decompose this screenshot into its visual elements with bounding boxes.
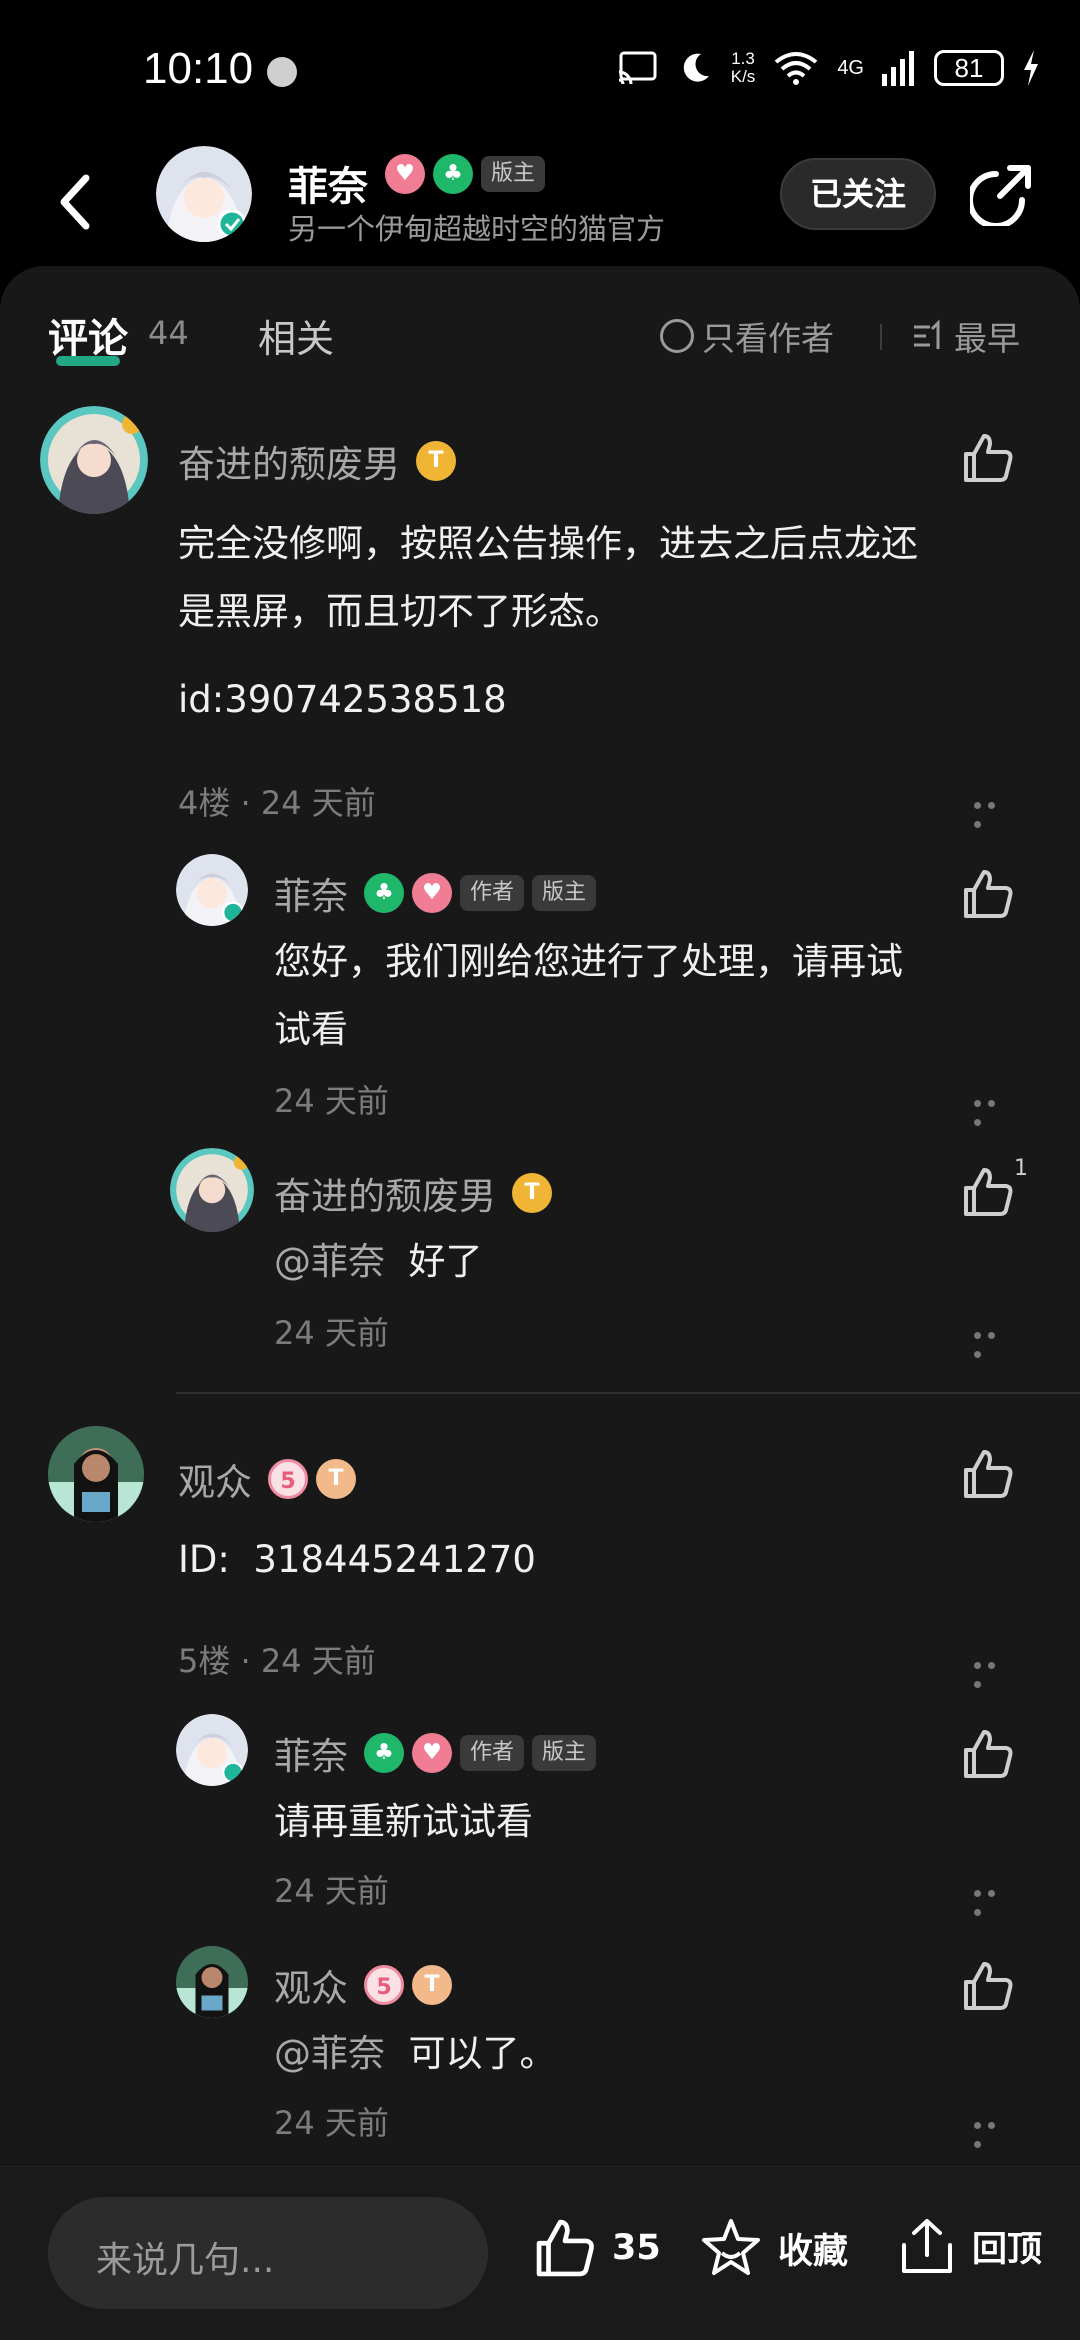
comment-tabs: 评论 44 相关 只看作者 最早 xyxy=(0,306,1080,376)
level-badge-icon: T xyxy=(316,1459,356,1499)
moderator-badge-icon: ♣ xyxy=(364,1733,404,1773)
moderator-tag: 版主 xyxy=(532,875,597,911)
mention-link[interactable]: @菲奈 xyxy=(274,2032,385,2075)
more-icon[interactable] xyxy=(974,794,1014,828)
comment-text-id: ID: 318445241270 xyxy=(178,1538,536,1581)
network-speed: 1.3 K/s xyxy=(730,49,756,86)
avatar[interactable] xyxy=(156,146,252,242)
comment-author[interactable]: 奋进的颓废男 T xyxy=(178,434,456,488)
reply-time: 24 天前 xyxy=(274,1314,389,1352)
status-time: 10:10 xyxy=(143,44,254,93)
radio-icon xyxy=(660,319,694,353)
author-only-toggle[interactable]: 只看作者 xyxy=(660,312,834,360)
follow-button[interactable]: 已关注 xyxy=(780,158,936,230)
divider xyxy=(880,324,882,350)
upload-icon xyxy=(902,2219,952,2273)
author-tag: 作者 xyxy=(460,1735,525,1771)
tab-related[interactable]: 相关 xyxy=(258,308,334,363)
reply-author[interactable]: 观众 5 T xyxy=(274,1958,452,2012)
level-badge-icon: ♥ xyxy=(385,154,425,194)
comment-input[interactable]: 来说几句... xyxy=(48,2197,488,2309)
avatar[interactable] xyxy=(176,854,248,926)
top-header: 菲奈 ♥ ♣ 版主 另一个伊甸超越时空的猫官方 已关注 xyxy=(0,140,1080,270)
like-button[interactable]: 35 xyxy=(532,2215,661,2281)
avatar[interactable] xyxy=(40,406,148,514)
level-badge-icon: 5 xyxy=(364,1965,404,2005)
star-icon xyxy=(702,2219,760,2275)
like-icon[interactable] xyxy=(960,430,1016,486)
reply-time: 24 天前 xyxy=(274,1872,389,1910)
like-icon[interactable] xyxy=(960,1446,1016,1502)
cast-icon xyxy=(618,51,657,85)
level-badge-icon: T xyxy=(412,1965,452,2005)
reply-author[interactable]: 菲奈 ♣ ♥ 作者 版主 xyxy=(274,1726,597,1780)
page-title: 菲奈 xyxy=(288,164,368,210)
status-bar: 10:10 1.3 K/s 4G 81 xyxy=(0,0,1080,140)
moderator-badge-icon: ♣ xyxy=(433,154,473,194)
like-icon xyxy=(536,2219,594,2277)
level-badge-icon: ♥ xyxy=(412,873,452,913)
level-badge-icon: T xyxy=(416,441,456,481)
level-badge-icon: 5 xyxy=(268,1459,308,1499)
avatar[interactable] xyxy=(170,1148,254,1232)
more-icon[interactable] xyxy=(974,1092,1014,1126)
more-icon[interactable] xyxy=(974,1654,1014,1688)
comment-meta: 5楼 · 24 天前 xyxy=(178,1642,376,1680)
mention-link[interactable]: @菲奈 xyxy=(274,1240,385,1283)
reply-text: 您好，我们刚给您进行了处理，请再试 试看 xyxy=(274,940,903,1051)
page-subtitle: 另一个伊甸超越时空的猫官方 xyxy=(288,212,666,246)
status-icons: 1.3 K/s 4G 81 xyxy=(615,46,1040,90)
signal-icon xyxy=(882,51,914,86)
reply-text: @菲奈 好了 xyxy=(274,1240,483,1283)
like-count: 1 xyxy=(1014,1156,1028,1181)
like-icon[interactable] xyxy=(960,1164,1016,1220)
more-icon[interactable] xyxy=(974,1324,1014,1358)
notification-icon xyxy=(267,57,297,87)
moon-icon xyxy=(683,53,709,82)
charging-icon xyxy=(1024,50,1038,86)
avatar[interactable] xyxy=(176,1714,248,1786)
level-badge-icon: ♥ xyxy=(412,1733,452,1773)
reply-time: 24 天前 xyxy=(274,2104,389,2142)
active-tab-indicator xyxy=(56,356,120,366)
comment-text-id: id:390742538518 xyxy=(178,678,507,721)
sort-icon xyxy=(914,319,940,349)
comment-meta: 4楼 · 24 天前 xyxy=(178,784,376,822)
comment-input-placeholder: 来说几句... xyxy=(96,2240,275,2281)
like-icon[interactable] xyxy=(960,866,1016,922)
more-icon[interactable] xyxy=(974,2114,1014,2148)
avatar[interactable] xyxy=(48,1426,144,1522)
reply-text: 请再重新试试看 xyxy=(274,1800,533,1843)
network-type: 4G xyxy=(837,56,864,79)
wifi-icon xyxy=(775,52,818,85)
user-badges: ♥ ♣ 版主 xyxy=(385,154,546,194)
more-icon[interactable] xyxy=(974,1882,1014,1916)
comment-divider xyxy=(176,1392,1080,1394)
back-to-top-button[interactable]: 回顶 xyxy=(896,2215,1042,2277)
back-icon[interactable] xyxy=(48,162,108,242)
like-icon[interactable] xyxy=(960,1958,1016,2014)
bottom-action-bar: 来说几句... 35 收藏 回顶 xyxy=(0,2166,1080,2340)
reply-author[interactable]: 奋进的颓废男 T xyxy=(274,1166,552,1220)
comments-count: 44 xyxy=(148,314,189,352)
favorite-button[interactable]: 收藏 xyxy=(698,2215,848,2281)
avatar[interactable] xyxy=(176,1946,248,2018)
comment-text: 完全没修啊，按照公告操作，进去之后点龙还 是黑屏，而且切不了形态。 xyxy=(178,522,918,633)
like-icon[interactable] xyxy=(960,1726,1016,1782)
share-icon[interactable] xyxy=(970,162,1034,226)
reply-time: 24 天前 xyxy=(274,1082,389,1120)
moderator-tag: 版主 xyxy=(532,1735,597,1771)
author-tag: 作者 xyxy=(460,875,525,911)
moderator-badge-icon: ♣ xyxy=(364,873,404,913)
level-badge-icon: T xyxy=(512,1173,552,1213)
reply-text: @菲奈 可以了。 xyxy=(274,2032,557,2075)
comment-author[interactable]: 观众 5 T xyxy=(178,1452,356,1506)
moderator-tag: 版主 xyxy=(481,156,546,192)
sort-toggle[interactable]: 最早 xyxy=(912,312,1020,360)
like-count: 35 xyxy=(612,2228,661,2268)
battery-indicator: 81 xyxy=(934,50,1004,86)
reply-author[interactable]: 菲奈 ♣ ♥ 作者 版主 xyxy=(274,866,597,920)
